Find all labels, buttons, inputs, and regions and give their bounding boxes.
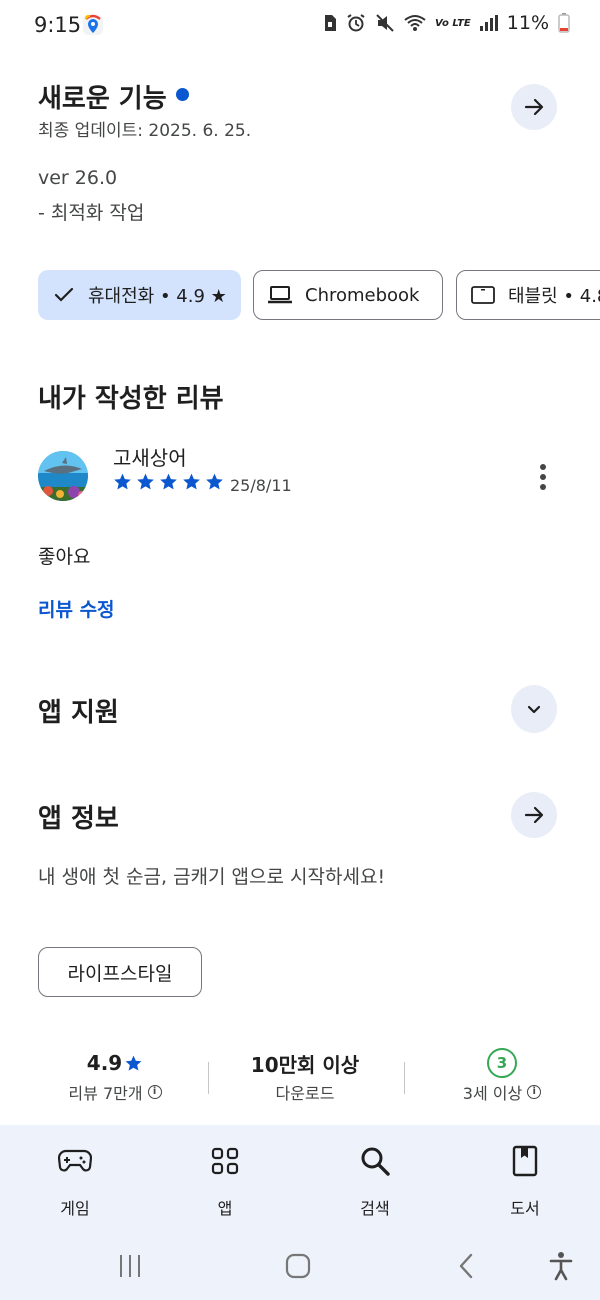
back-icon	[459, 1253, 473, 1279]
avatar	[38, 451, 88, 501]
stat-divider	[208, 1062, 209, 1094]
apps-grid-icon	[211, 1147, 239, 1175]
nav-apps[interactable]: 앱	[175, 1141, 275, 1219]
check-icon	[54, 287, 74, 302]
nav-books-label: 도서	[510, 1199, 540, 1218]
home-icon	[285, 1253, 311, 1279]
new-indicator-dot	[176, 88, 189, 101]
rating-value: 4.9	[86, 1051, 123, 1075]
nav-search[interactable]: 검색	[325, 1141, 425, 1219]
edit-review-link[interactable]: 리뷰 수정	[38, 595, 115, 622]
book-icon	[512, 1145, 538, 1177]
chip-tablet[interactable]: 태블릿 • 4.8	[456, 270, 600, 320]
network-type: Vo LTE	[435, 17, 471, 29]
info-icon[interactable]: i	[147, 1085, 162, 1099]
rating-count: 리뷰 7만개	[68, 1084, 143, 1103]
info-icon[interactable]: i	[527, 1085, 542, 1099]
star-icon	[160, 473, 177, 490]
my-review-title: 내가 작성한 리뷰	[38, 384, 224, 414]
accessibility-icon	[549, 1252, 573, 1281]
app-support-expand-button[interactable]	[511, 685, 557, 733]
arrow-right-icon	[524, 806, 544, 824]
home-button[interactable]	[280, 1249, 316, 1283]
star-icon	[206, 473, 223, 490]
age-rating-label: 3세 이상	[462, 1084, 523, 1103]
system-navigation-bar	[0, 1235, 600, 1300]
nav-apps-label: 앱	[217, 1199, 233, 1218]
status-bar: 9:15 Vo LTE 11%	[0, 0, 600, 54]
alarm-icon	[347, 14, 365, 32]
accessibility-button[interactable]	[544, 1249, 578, 1283]
app-info-title: 앱 정보	[38, 804, 119, 834]
app-description: 내 생애 첫 순금, 금캐기 앱으로 시작하세요!	[38, 866, 386, 888]
star-icon	[125, 1055, 142, 1071]
whats-new-title: 새로운 기능	[38, 84, 167, 114]
downloads-label: 다운로드	[275, 1084, 335, 1103]
battery-percent: 11%	[506, 12, 549, 34]
laptop-icon	[268, 286, 292, 304]
review-date: 25/8/11	[230, 476, 292, 495]
mute-icon	[376, 14, 394, 32]
whats-new-arrow-button[interactable]	[511, 84, 557, 130]
star-icon	[137, 473, 154, 490]
chip-tablet-label: 태블릿 • 4.8	[508, 286, 600, 307]
stat-age-rating: 3 3세 이상 i	[427, 1048, 577, 1104]
nav-games[interactable]: 게임	[25, 1141, 125, 1219]
star-icon	[183, 473, 200, 490]
reviewer-name: 고새상어	[113, 446, 187, 470]
location-app-icon	[82, 14, 104, 36]
category-chip[interactable]: 라이프스타일	[38, 947, 202, 997]
gamepad-icon	[58, 1149, 92, 1172]
search-icon	[361, 1147, 390, 1176]
status-time: 9:15	[34, 13, 82, 37]
nav-games-label: 게임	[60, 1199, 90, 1218]
app-info-arrow-button[interactable]	[511, 792, 557, 838]
battery-icon	[558, 13, 570, 33]
recents-button[interactable]	[112, 1249, 148, 1283]
status-icons: Vo LTE 11%	[323, 12, 570, 34]
app-support-title: 앱 지원	[38, 698, 119, 728]
downloads-value: 10만회 이상	[250, 1052, 360, 1077]
review-rating-stars	[112, 472, 225, 492]
version-text: ver 26.0	[38, 167, 118, 189]
signal-icon	[479, 15, 498, 31]
chip-phone[interactable]: 휴대전화 • 4.9 ★	[38, 270, 241, 320]
more-vert-icon	[540, 464, 546, 470]
nav-search-label: 검색	[360, 1199, 390, 1218]
release-notes: - 최적화 작업	[38, 202, 145, 224]
sim-icon	[325, 15, 337, 31]
arrow-right-icon	[524, 98, 544, 116]
stat-rating: 4.9 리뷰 7만개 i	[40, 1048, 190, 1104]
chip-phone-label: 휴대전화 • 4.9 ★	[88, 286, 227, 307]
stat-downloads: 10만회 이상 다운로드	[230, 1048, 380, 1104]
age-rating-badge: 3	[487, 1048, 517, 1078]
tablet-icon	[471, 286, 495, 304]
stat-divider	[404, 1062, 405, 1094]
bottom-navigation: 게임 앱 검색 도서	[0, 1125, 600, 1235]
recents-icon	[120, 1255, 140, 1277]
wifi-icon	[404, 15, 426, 31]
chip-chromebook[interactable]: Chromebook	[253, 270, 443, 320]
star-icon	[114, 473, 131, 490]
chip-chromebook-label: Chromebook	[305, 284, 420, 306]
last-updated: 최종 업데이트: 2025. 6. 25.	[38, 121, 252, 141]
nav-books[interactable]: 도서	[475, 1141, 575, 1219]
review-more-menu-button[interactable]	[530, 460, 556, 494]
back-button[interactable]	[448, 1249, 484, 1283]
chevron-down-icon	[527, 705, 541, 714]
review-text: 좋아요	[38, 546, 91, 568]
